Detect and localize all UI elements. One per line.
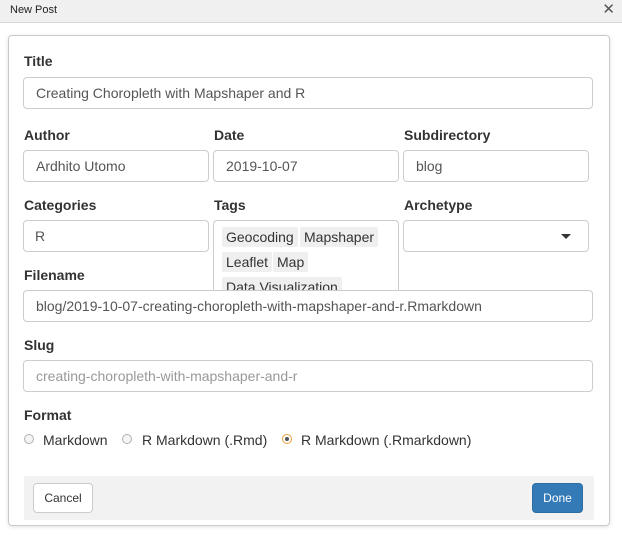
close-icon[interactable]: ✕ <box>602 1 615 19</box>
categories-input[interactable]: R <box>23 220 209 252</box>
title-label: Title <box>24 53 53 69</box>
caret-down-icon <box>561 234 571 239</box>
filename-label: Filename <box>24 267 85 283</box>
done-button[interactable]: Done <box>532 483 583 513</box>
tag-item[interactable]: Mapshaper <box>300 227 379 247</box>
author-input[interactable]: Ardhito Utomo <box>23 150 209 182</box>
format-label: Format <box>24 407 72 423</box>
category-tag[interactable]: R <box>35 228 45 244</box>
dialog-footer: Cancel Done <box>24 476 594 520</box>
slug-input[interactable]: creating-choropleth-with-mapshaper-and-r <box>23 360 593 392</box>
window-titlebar: New Post ✕ <box>0 0 622 23</box>
filename-input[interactable]: blog/2019-10-07-creating-choropleth-with… <box>23 290 593 322</box>
subdirectory-input[interactable]: blog <box>403 150 589 182</box>
title-input[interactable]: Creating Choropleth with Mapshaper and R <box>23 77 593 109</box>
radio-rmarkdown-label[interactable]: R Markdown (.Rmarkdown) <box>301 432 471 448</box>
tag-item[interactable]: Map <box>273 252 309 272</box>
tag-item[interactable]: Geocoding <box>222 227 298 247</box>
author-label: Author <box>24 127 70 143</box>
archetype-label: Archetype <box>404 197 473 213</box>
date-label: Date <box>214 127 245 143</box>
radio-rmarkdown[interactable] <box>282 434 292 444</box>
tags-label: Tags <box>214 197 246 213</box>
radio-rmd-label[interactable]: R Markdown (.Rmd) <box>142 432 267 448</box>
categories-label: Categories <box>24 197 97 213</box>
radio-markdown-label[interactable]: Markdown <box>43 432 108 448</box>
tag-item[interactable]: Leaflet <box>222 252 273 272</box>
archetype-select[interactable] <box>403 220 589 252</box>
subdirectory-label: Subdirectory <box>404 127 491 143</box>
window-title: New Post <box>10 4 58 16</box>
radio-markdown[interactable] <box>24 434 34 444</box>
radio-rmd[interactable] <box>122 434 132 444</box>
slug-label: Slug <box>24 337 55 353</box>
cancel-button[interactable]: Cancel <box>33 483 93 513</box>
date-input[interactable]: 2019-10-07 <box>213 150 399 182</box>
